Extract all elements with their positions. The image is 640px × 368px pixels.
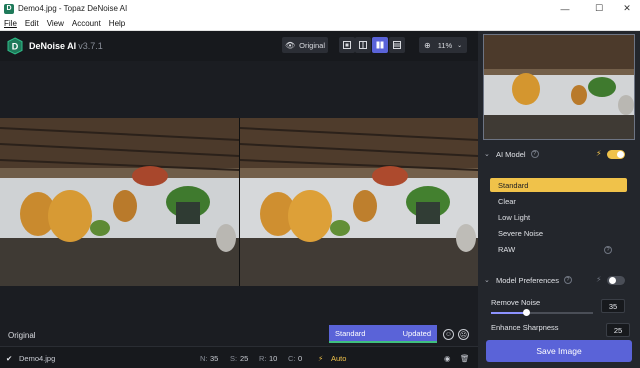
save-image-button[interactable]: Save Image (486, 340, 632, 362)
app-header: D DeNoise AI v3.7.1 👁 Original ⊕ 11% ⌄ (0, 31, 478, 61)
single-view-icon (343, 41, 351, 49)
model-option-raw-label: RAW (498, 244, 516, 254)
recover-value: 10 (269, 354, 278, 363)
view-single-button[interactable] (339, 37, 355, 53)
ai-model-title: AI Model (496, 149, 526, 159)
denoise-logo-icon: D (7, 37, 23, 55)
sharpness-value: 25 (240, 354, 249, 363)
ai-model-auto-bolt-icon: ⚡ (596, 149, 602, 158)
remove-noise-slider[interactable] (491, 309, 593, 316)
zoom-value: 11% (437, 40, 453, 50)
close-icon[interactable]: ✕ (612, 0, 640, 17)
app-icon: D (4, 3, 14, 14)
maximize-icon[interactable]: ☐ (584, 0, 614, 17)
status-bar: ✔ Demo4.jpg N: 35 S: 25 R: 10 C: 0 ⚡ Aut… (0, 346, 478, 368)
processed-photo (240, 118, 478, 286)
show-original-label: Original (299, 40, 325, 50)
help-icon[interactable]: ? (530, 150, 539, 158)
zoom-control[interactable]: ⊕ 11% ⌄ (419, 37, 467, 53)
original-pane-label: Original (8, 331, 36, 340)
noise-label: N: (200, 354, 208, 363)
window-title: Demo4.jpg - Topaz DeNoise AI (18, 4, 128, 13)
model-option-low-light[interactable]: Low Light (490, 210, 627, 224)
remove-noise-label: Remove Noise (491, 298, 541, 307)
collapse-chevron-icon: ⌄ (484, 277, 490, 284)
navigator-thumbnail[interactable] (483, 34, 635, 140)
menu-bar: File Edit View Account Help (0, 17, 640, 31)
model-status-state: Updated (402, 328, 431, 338)
auto-mode-label[interactable]: Auto (331, 354, 346, 363)
view-grid-button[interactable] (389, 37, 405, 53)
model-preferences-title: Model Preferences (496, 275, 559, 285)
side-by-side-icon (376, 41, 384, 49)
ai-model-auto-toggle[interactable] (607, 150, 625, 159)
raw-help-icon[interactable]: ? (604, 246, 612, 254)
grid-view-icon (393, 41, 401, 49)
camera-icon[interactable]: ◉ (444, 354, 451, 363)
menu-account[interactable]: Account (68, 19, 105, 28)
split-view-icon (359, 41, 367, 49)
sharpness-label: S: (230, 354, 238, 363)
show-original-button[interactable]: 👁 Original (282, 37, 328, 53)
original-photo (0, 118, 239, 286)
help-icon[interactable]: ? (563, 276, 572, 284)
menu-edit[interactable]: Edit (21, 19, 43, 28)
model-option-severe-noise[interactable]: Severe Noise (490, 226, 627, 240)
minimize-icon[interactable]: — (550, 0, 580, 17)
eye-off-icon: 👁 (285, 40, 296, 50)
check-icon: ✔ (6, 354, 13, 363)
model-option-standard[interactable]: Standard (490, 178, 627, 192)
color-value: 0 (298, 354, 303, 363)
app-version: v3.7.1 (78, 41, 103, 51)
app-name: DeNoise AI (29, 41, 77, 51)
preferences-auto-toggle[interactable] (607, 276, 625, 285)
collapse-chevron-icon: ⌄ (484, 151, 490, 158)
remove-noise-value[interactable]: 35 (601, 299, 625, 313)
menu-view[interactable]: View (43, 19, 68, 28)
preview-area (0, 118, 478, 286)
navigator-photo (484, 35, 634, 139)
noise-value: 35 (210, 354, 219, 363)
svg-text:D: D (12, 42, 19, 52)
enhance-sharpness-label: Enhance Sharpness (491, 323, 559, 332)
menu-help[interactable]: Help (105, 19, 129, 28)
frown-feedback-icon[interactable]: ☹ (458, 329, 469, 340)
trash-icon[interactable]: 🗑 (460, 354, 470, 363)
status-filename: Demo4.jpg (19, 354, 56, 363)
model-status-name: Standard (335, 328, 366, 338)
denoise-app-window: D Demo4.jpg - Topaz DeNoise AI — ☐ ✕ Fil… (0, 0, 640, 368)
original-preview-pane[interactable] (0, 118, 239, 286)
smile-feedback-icon[interactable]: ☺ (443, 329, 454, 340)
auto-bolt-icon: ⚡ (318, 354, 324, 363)
zoom-dropdown-icon[interactable]: ⌄ (457, 42, 462, 49)
app-brand: DeNoise AI v3.7.1 (29, 41, 103, 51)
zoom-icon[interactable]: ⊕ (424, 41, 431, 50)
menu-file[interactable]: File (0, 19, 21, 28)
preferences-auto-bolt-icon: ⚡ (596, 275, 602, 284)
model-status-bar: Standard Updated (329, 325, 437, 343)
title-bar: D Demo4.jpg - Topaz DeNoise AI — ☐ ✕ (0, 0, 640, 17)
view-side-by-side-button[interactable] (372, 37, 388, 53)
processed-preview-pane[interactable] (239, 118, 478, 286)
enhance-sharpness-value[interactable]: 25 (606, 323, 630, 337)
view-split-button[interactable] (355, 37, 371, 53)
model-option-clear[interactable]: Clear (490, 194, 627, 208)
color-label: C: (288, 354, 296, 363)
recover-label: R: (259, 354, 267, 363)
